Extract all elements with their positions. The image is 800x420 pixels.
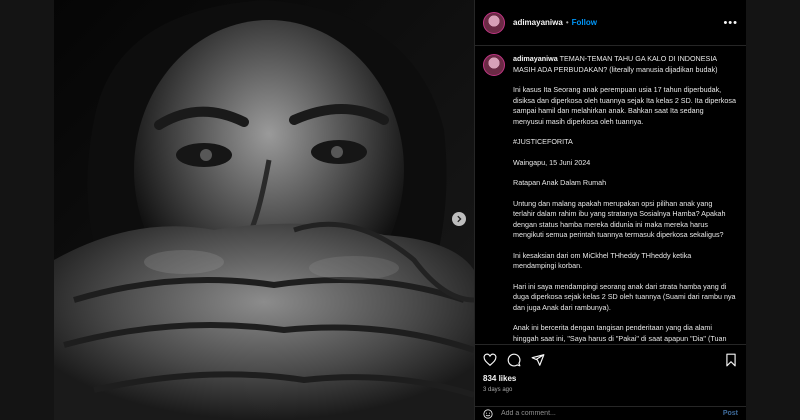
- caption-paragraph: Ini kesaksian dari om MiCkhel THheddy TH…: [513, 250, 692, 271]
- bookmark-icon[interactable]: [724, 353, 738, 367]
- heart-icon[interactable]: [483, 353, 497, 367]
- post-media: [54, 0, 474, 420]
- caption-avatar[interactable]: [483, 54, 505, 76]
- author-username[interactable]: adimayaniwa: [513, 18, 563, 27]
- post-timestamp[interactable]: 3 days ago: [483, 387, 512, 393]
- share-icon[interactable]: [531, 353, 545, 367]
- caption-title-paragraph: adimayaniwa TEMAN-TEMAN TAHU GA KALO DI …: [513, 54, 736, 75]
- caption-username[interactable]: adimayaniwa: [513, 54, 558, 63]
- next-media-button[interactable]: [452, 212, 466, 226]
- avatar[interactable]: [483, 11, 505, 34]
- comment-bar: Post: [475, 406, 746, 420]
- caption-paragraph: Waingapu, 15 Juni 2024: [513, 157, 591, 167]
- caption-paragraph: Ratapan Anak Dalam Rumah: [513, 178, 607, 187]
- caption-paragraph: Anak ini bercerita dengan tangisan pende…: [513, 323, 727, 343]
- caption: adimayaniwa TEMAN-TEMAN TAHU GA KALO DI …: [483, 54, 736, 344]
- caption-body: adimayaniwa TEMAN-TEMAN TAHU GA KALO DI …: [513, 54, 736, 344]
- emoji-icon[interactable]: [483, 408, 493, 419]
- likes-count[interactable]: 834 likes: [483, 374, 516, 383]
- post-comment-button[interactable]: Post: [723, 410, 738, 417]
- separator-dot: •: [565, 18, 569, 27]
- comment-input[interactable]: [501, 410, 723, 417]
- post-photo: [54, 0, 474, 420]
- modal-backdrop-left[interactable]: [0, 0, 54, 420]
- caption-scroll-area[interactable]: adimayaniwa TEMAN-TEMAN TAHU GA KALO DI …: [475, 46, 746, 344]
- post-side-panel: adimayaniwa • Follow ••• adimayaniwa TEM…: [474, 0, 746, 420]
- post-header: adimayaniwa • Follow •••: [475, 0, 746, 46]
- caption-paragraph: Untung dan malang apakah merupakan opsi …: [513, 198, 726, 240]
- caption-paragraph: Ini kasus Ita Seorang anak perempuan usi…: [513, 85, 736, 126]
- post-modal: adimayaniwa • Follow ••• adimayaniwa TEM…: [54, 0, 746, 420]
- follow-button[interactable]: Follow: [572, 18, 597, 27]
- comment-icon[interactable]: [507, 353, 521, 367]
- action-bar: [475, 344, 746, 374]
- caption-paragraph: Hari ini saya mendampingi seorang anak d…: [513, 281, 736, 312]
- chevron-right-icon: [457, 215, 462, 223]
- modal-backdrop-right[interactable]: [746, 0, 800, 420]
- more-options-icon[interactable]: •••: [723, 17, 738, 29]
- hashtag-link[interactable]: #JUSTICEFORITA: [513, 137, 736, 148]
